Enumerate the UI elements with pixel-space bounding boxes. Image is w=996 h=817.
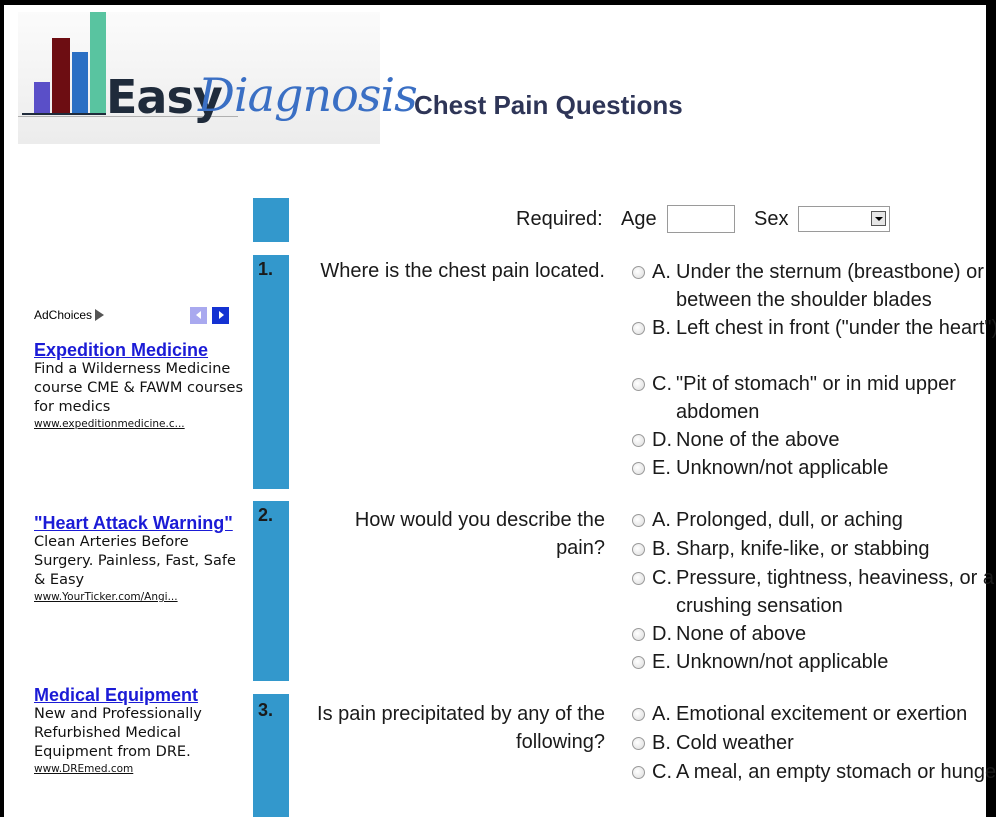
question-2-number: 2.	[258, 505, 274, 525]
question-1-bar	[253, 255, 289, 489]
age-input[interactable]	[667, 205, 735, 233]
option-text: Sharp, knife-like, or stabbing	[676, 538, 930, 560]
ad-url-link[interactable]: www.expeditionmedicine.c...	[34, 417, 244, 431]
option-letter: B.	[652, 538, 671, 560]
radio-button[interactable]	[632, 378, 645, 391]
chevron-down-icon[interactable]	[871, 211, 886, 226]
question-3-text: Is pain precipitated by any of the follo…	[317, 703, 605, 753]
sex-select[interactable]	[798, 206, 890, 232]
adchoices-triangle-icon	[95, 309, 105, 321]
radio-button[interactable]	[632, 708, 645, 721]
ad-url-link[interactable]: www.YourTicker.com/Angi...	[34, 590, 244, 604]
ad-description: Clean Arteries Before Surgery. Painless,…	[34, 534, 236, 588]
radio-button[interactable]	[632, 543, 645, 556]
option-letter: B.	[652, 732, 671, 754]
header-accent-bar	[253, 198, 289, 242]
question-1-number: 1.	[258, 259, 274, 279]
option-letter: E.	[652, 651, 671, 673]
logo-word-diagnosis: Diagnosis	[198, 68, 418, 122]
option-letter: E.	[652, 457, 671, 479]
adchoices-label[interactable]: AdChoices	[34, 308, 105, 322]
question-2-text: How would you describe the pain?	[354, 509, 605, 559]
ad-description: Find a Wilderness Medicine course CME & …	[34, 361, 244, 415]
age-label: Age	[621, 208, 657, 230]
option-letter: A.	[652, 509, 671, 531]
ad-title-link[interactable]: Medical Equipment	[34, 685, 244, 705]
option-letter: C.	[652, 761, 672, 783]
radio-button[interactable]	[632, 462, 645, 475]
option-letter: C.	[652, 373, 672, 395]
ad-url-link[interactable]: www.DREmed.com	[34, 762, 244, 776]
option-text: Pressure, tightness, heaviness, or a cru…	[676, 567, 994, 617]
ad-item: Medical Equipment New and Professionally…	[34, 685, 244, 776]
option-text: Prolonged, dull, or aching	[676, 509, 903, 531]
option-text: Cold weather	[676, 732, 794, 754]
easydiagnosis-logo[interactable]: Easy Diagnosis	[18, 12, 418, 144]
radio-button[interactable]	[632, 434, 645, 447]
chevron-left-icon[interactable]	[190, 307, 207, 324]
question-1-text: Where is the chest pain located.	[320, 260, 605, 282]
window-border-left	[0, 0, 4, 817]
ad-item: Expedition Medicine Find a Wilderness Me…	[34, 340, 244, 431]
option-text: None of above	[676, 623, 807, 645]
option-text: "Pit of stomach" or in mid upper abdomen	[676, 373, 956, 423]
option-text: Under the sternum (breastbone) or betwee…	[676, 261, 984, 311]
question-2-bar	[253, 501, 289, 681]
sex-label: Sex	[754, 208, 789, 230]
radio-button[interactable]	[632, 322, 645, 335]
option-letter: B.	[652, 317, 671, 339]
option-text: Unknown/not applicable	[676, 651, 889, 673]
page-title: Chest Pain Questions	[414, 90, 683, 120]
ad-description: New and Professionally Refurbished Medic…	[34, 706, 202, 760]
option-letter: D.	[652, 623, 672, 645]
ad-item: "Heart Attack Warning" Clean Arteries Be…	[34, 513, 244, 604]
ad-title-link[interactable]: Expedition Medicine	[34, 340, 244, 360]
adchoices-text: AdChoices	[34, 308, 93, 322]
radio-button[interactable]	[632, 514, 645, 527]
window-border-top	[0, 0, 996, 5]
radio-button[interactable]	[632, 766, 645, 779]
option-letter: A.	[652, 261, 671, 283]
option-text: A meal, an empty stomach or hunger	[676, 761, 996, 783]
option-letter: D.	[652, 429, 672, 451]
option-letter: A.	[652, 703, 671, 725]
radio-button[interactable]	[632, 266, 645, 279]
chevron-right-icon[interactable]	[212, 307, 229, 324]
option-text: Left chest in front ("under the heart")	[676, 317, 996, 339]
ad-title-link[interactable]: "Heart Attack Warning"	[34, 513, 244, 533]
question-3-number: 3.	[258, 700, 274, 720]
option-text: Unknown/not applicable	[676, 457, 889, 479]
required-label: Required:	[516, 208, 603, 230]
radio-button[interactable]	[632, 628, 645, 641]
radio-button[interactable]	[632, 737, 645, 750]
option-text: None of the above	[676, 429, 840, 451]
radio-button[interactable]	[632, 656, 645, 669]
option-text: Emotional excitement or exertion	[676, 703, 968, 725]
radio-button[interactable]	[632, 572, 645, 585]
option-letter: C.	[652, 567, 672, 589]
